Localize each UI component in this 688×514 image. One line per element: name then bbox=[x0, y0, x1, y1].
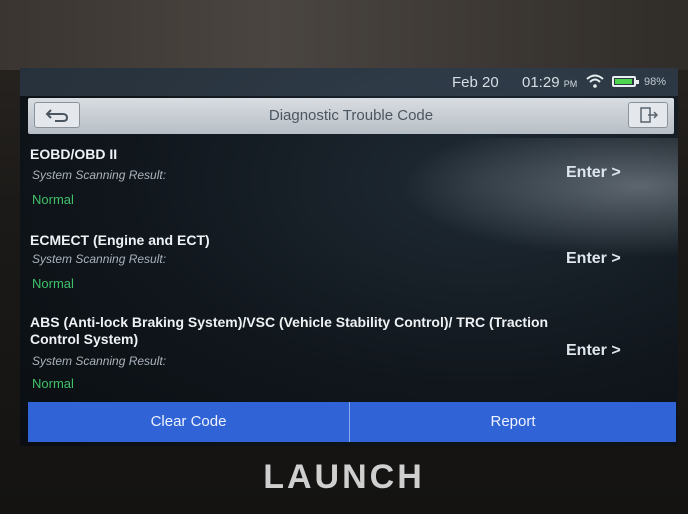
scan-result-label: System Scanning Result: bbox=[32, 168, 167, 182]
status-badge: Normal bbox=[32, 376, 74, 391]
exit-button[interactable] bbox=[628, 102, 668, 128]
battery-icon bbox=[612, 76, 639, 87]
status-date: Feb 20 bbox=[452, 74, 499, 91]
scan-result-label: System Scanning Result: bbox=[32, 252, 167, 266]
battery-nub bbox=[636, 80, 639, 84]
list-item[interactable]: ABS (Anti-lock Braking System)/VSC (Vehi… bbox=[20, 312, 678, 396]
list-item[interactable]: EOBD/OBD II System Scanning Result: Norm… bbox=[20, 144, 678, 210]
device-screen: Feb 20 01:29 PM 98% Diagnostic Trouble C… bbox=[20, 68, 678, 446]
battery-level bbox=[615, 79, 632, 84]
battery-percent: 98% bbox=[644, 76, 667, 88]
enter-button[interactable]: Enter > bbox=[566, 164, 621, 182]
system-name: EOBD/OBD II bbox=[30, 146, 118, 162]
status-ampm: PM bbox=[563, 79, 578, 89]
list-item[interactable]: ECMECT (Engine and ECT) System Scanning … bbox=[20, 230, 678, 296]
status-time-value: 01:29 bbox=[522, 74, 560, 91]
scan-result-label: System Scanning Result: bbox=[32, 354, 167, 368]
action-bar: Clear Code Report bbox=[28, 402, 676, 442]
clear-code-button[interactable]: Clear Code bbox=[28, 402, 350, 442]
status-bar: Feb 20 01:29 PM 98% bbox=[20, 68, 678, 96]
device-frame-top bbox=[0, 0, 688, 70]
enter-button[interactable]: Enter > bbox=[566, 250, 621, 268]
system-name: ABS (Anti-lock Braking System)/VSC (Vehi… bbox=[30, 314, 549, 347]
enter-button[interactable]: Enter > bbox=[566, 342, 621, 360]
wifi-icon bbox=[586, 74, 604, 88]
system-name: ECMECT (Engine and ECT) bbox=[30, 232, 210, 248]
title-bar: Diagnostic Trouble Code bbox=[28, 98, 674, 134]
exit-icon bbox=[640, 107, 658, 123]
report-button[interactable]: Report bbox=[350, 402, 676, 442]
status-badge: Normal bbox=[32, 276, 74, 291]
brand-logo: LAUNCH bbox=[263, 458, 425, 496]
status-badge: Normal bbox=[32, 192, 74, 207]
status-time: 01:29 PM bbox=[522, 74, 577, 91]
page-title: Diagnostic Trouble Code bbox=[268, 107, 434, 124]
